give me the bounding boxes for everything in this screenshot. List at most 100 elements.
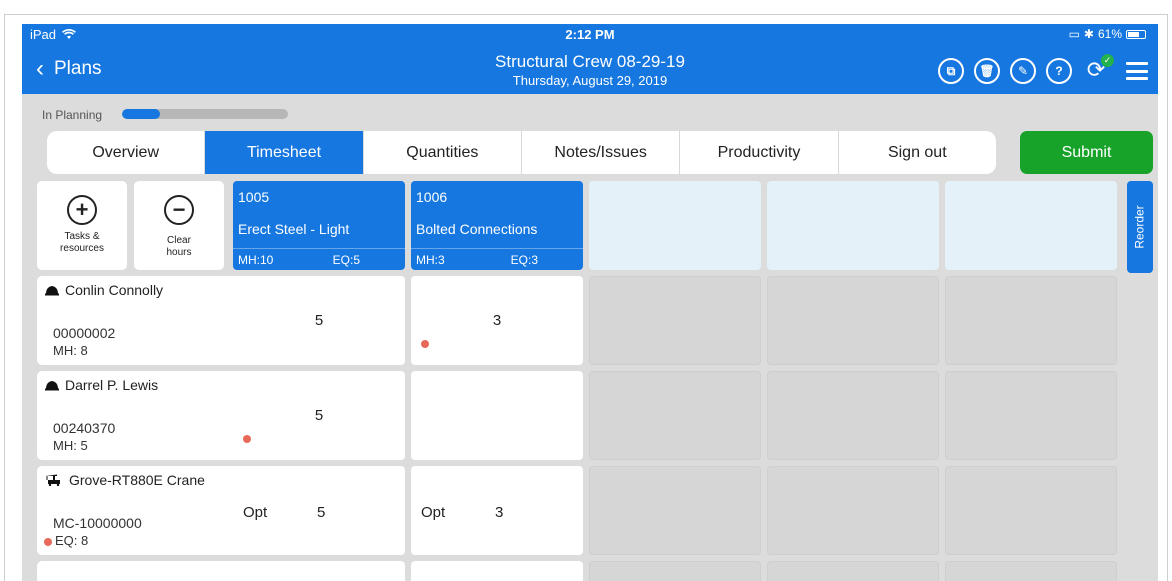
resource-name-row: Conlin Connolly: [45, 282, 163, 298]
empty-cell: [945, 371, 1117, 460]
check-icon: ✓: [1101, 54, 1114, 67]
tab-quantities[interactable]: Quantities: [364, 131, 522, 174]
clear-tool-label: Clear hours: [134, 235, 224, 259]
battery-icon: [1126, 29, 1146, 39]
empty-task-slot[interactable]: [767, 181, 939, 270]
hours-cell[interactable]: [233, 561, 405, 581]
hours-cell[interactable]: Opt 3: [411, 466, 583, 555]
resource-id: 00240370: [53, 420, 116, 436]
reorder-label: Reorder: [1133, 205, 1148, 249]
empty-cell: [589, 276, 761, 365]
empty-cell: [767, 371, 939, 460]
empty-task-slot[interactable]: [945, 181, 1117, 270]
progress-fill: [122, 109, 161, 119]
tab-productivity[interactable]: Productivity: [680, 131, 839, 174]
note-indicator-dot: [243, 435, 251, 443]
task-eq: EQ:3: [510, 253, 538, 267]
resource-card[interactable]: Grove-RT880E Crane MC-10000000 EQ: 8: [37, 466, 254, 555]
hours-value: 5: [317, 504, 326, 521]
submit-button[interactable]: Submit: [1020, 131, 1153, 174]
tab-notes-issues[interactable]: Notes/Issues: [522, 131, 681, 174]
hours-value: 5: [314, 312, 324, 329]
clear-hours-button[interactable]: − Clear hours: [134, 181, 224, 270]
hours-cell[interactable]: 5: [233, 276, 405, 365]
hardhat-icon: [45, 286, 59, 296]
plus-circle-icon: +: [67, 195, 97, 225]
clear-label-line1: Clear: [167, 235, 191, 246]
task-column-1006[interactable]: 1006 Bolted Connections MH:3 EQ:3: [411, 181, 583, 270]
status-time: 2:12 PM: [565, 27, 615, 42]
trash-icon[interactable]: 🗑: [974, 58, 1000, 84]
empty-cell: [589, 371, 761, 460]
hours-cell[interactable]: 5: [233, 371, 405, 460]
hours-cell[interactable]: [411, 371, 583, 460]
empty-task-slot[interactable]: [589, 181, 761, 270]
task-name: Bolted Connections: [416, 221, 538, 237]
resource-card[interactable]: [37, 561, 254, 581]
copy-icon[interactable]: ⧉: [938, 58, 964, 84]
resource-card[interactable]: Darrel P. Lewis 00240370 MH: 5: [37, 371, 254, 460]
empty-cell: [945, 276, 1117, 365]
resource-name-row: Grove-RT880E Crane: [45, 472, 205, 488]
add-label-line2: resources: [60, 243, 104, 254]
empty-cell: [767, 466, 939, 555]
task-name: Erect Steel - Light: [238, 221, 350, 237]
empty-cell: [945, 561, 1117, 581]
resource-card[interactable]: Conlin Connolly 00000002 MH: 8: [37, 276, 254, 365]
task-column-1005[interactable]: 1005 Erect Steel - Light MH:10 EQ:5: [233, 181, 405, 270]
resource-name: Grove-RT880E Crane: [69, 472, 205, 488]
hours-cell[interactable]: Opt 5: [233, 466, 405, 555]
crane-icon: [46, 474, 60, 486]
progress-bar: [122, 109, 288, 119]
sync-icon[interactable]: ⟳ ✓: [1082, 54, 1114, 84]
note-indicator-dot: [421, 340, 429, 348]
empty-cell: [589, 466, 761, 555]
hours-cell[interactable]: [411, 561, 583, 581]
task-divider: [411, 248, 583, 249]
bluetooth-icon: ✱: [1083, 27, 1094, 41]
screen-mirror-icon: ▭: [1068, 27, 1080, 41]
resource-name: Conlin Connolly: [65, 282, 164, 298]
minus-circle-icon: −: [164, 195, 194, 225]
hardhat-icon: [45, 381, 59, 391]
status-right: ▭ ✱ 61%: [1069, 27, 1146, 41]
progress-label: In Planning: [42, 108, 103, 122]
hours-value: 3: [492, 312, 502, 329]
task-eq: EQ:5: [332, 253, 360, 267]
add-tasks-resources-button[interactable]: + Tasks & resources: [37, 181, 127, 270]
resource-name-row: Darrel P. Lewis: [45, 377, 158, 393]
add-label-line1: Tasks &: [64, 231, 100, 242]
edit-icon[interactable]: ✎: [1010, 58, 1036, 84]
note-indicator-dot: [44, 538, 52, 546]
header-actions: ⧉ 🗑 ✎ ? ⟳ ✓: [938, 54, 1148, 84]
task-divider: [233, 248, 405, 249]
hours-cell[interactable]: 3: [411, 276, 583, 365]
resource-id: MC-10000000: [53, 515, 142, 531]
task-code: 1005: [238, 189, 270, 205]
add-tool-label: Tasks & resources: [37, 231, 127, 255]
task-code: 1006: [416, 189, 448, 205]
reorder-button[interactable]: Reorder: [1127, 181, 1153, 273]
opt-label: Opt: [421, 504, 446, 521]
menu-icon[interactable]: [1126, 62, 1148, 80]
hours-value: 3: [495, 504, 504, 521]
empty-cell: [767, 276, 939, 365]
tab-overview[interactable]: Overview: [47, 131, 206, 174]
resource-hours: MH: 5: [53, 438, 88, 453]
resource-name: Darrel P. Lewis: [65, 377, 159, 393]
empty-cell: [589, 561, 761, 581]
tab-bar: Overview Timesheet Quantities Notes/Issu…: [47, 131, 996, 174]
resource-id: 00000002: [53, 325, 116, 341]
app-screen: iPad 2:12 PM ▭ ✱ 61% ‹ Plans Structural …: [22, 24, 1158, 581]
resource-hours: MH: 8: [53, 343, 88, 358]
empty-cell: [767, 561, 939, 581]
tab-sign-out[interactable]: Sign out: [839, 131, 996, 174]
help-icon[interactable]: ?: [1046, 58, 1072, 84]
opt-label: Opt: [243, 504, 268, 521]
clear-label-line2: hours: [166, 247, 192, 258]
tab-timesheet[interactable]: Timesheet: [205, 131, 364, 174]
task-mh: MH:10: [238, 253, 274, 267]
header-bar: iPad 2:12 PM ▭ ✱ 61% ‹ Plans Structural …: [22, 24, 1158, 94]
hours-value: 5: [314, 407, 324, 424]
battery-percent: 61%: [1097, 27, 1122, 41]
